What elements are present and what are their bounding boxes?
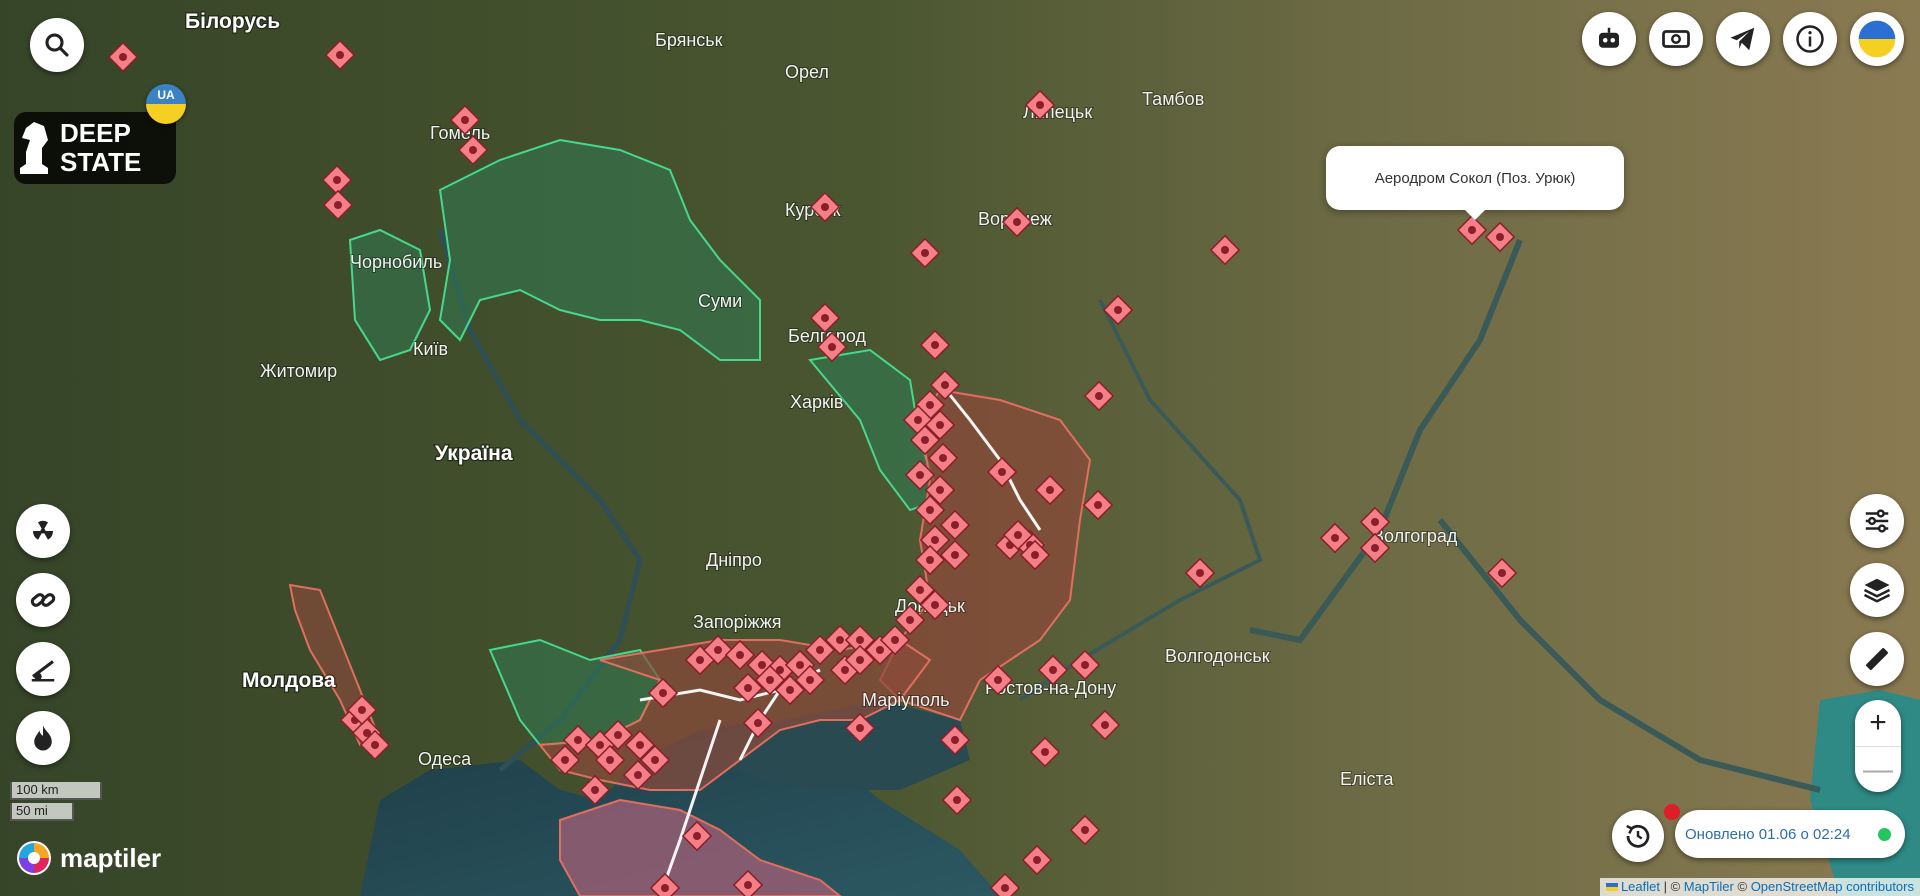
fire-icon [34,725,52,751]
knight-chess-icon [20,122,48,174]
radiation-icon [32,520,54,540]
map-label-chornobyl: Чорнобиль [350,252,442,272]
update-status-text: Оновлено 01.06 о 02:24 [1685,825,1851,843]
map-canvas[interactable]: БілорусьБрянськОрелЛипецькТамбовГомельКу… [0,0,1920,896]
map-label-kharkiv: Харків [790,392,843,412]
osm-link[interactable]: OpenStreetMap contributors [1751,879,1914,894]
artillery-icon [31,660,55,682]
layers-button[interactable] [1850,563,1904,617]
history-button[interactable] [1612,810,1664,862]
map-label-ukraine: Україна [435,442,513,465]
sliders-icon [1865,509,1889,533]
map-label-kyiv: Київ [413,339,448,359]
online-indicator [1878,828,1891,841]
ruler-icon [1866,648,1888,670]
zoom-in-button[interactable]: + [1855,700,1901,746]
radiation-button[interactable] [16,504,70,558]
zoom-control: + — [1855,700,1901,792]
artillery-button[interactable] [16,642,70,696]
update-status[interactable]: Оновлено 01.06 о 02:24 [1675,810,1905,858]
maptiler-logo[interactable]: maptiler [16,840,161,876]
language-button[interactable] [1850,12,1904,66]
filters-button[interactable] [1850,494,1904,548]
history-icon [1626,824,1650,848]
map-label-zaporizhzhia: Запоріжжя [693,612,781,632]
robot-icon [1599,27,1619,48]
notification-dot [1664,804,1680,820]
fire-button[interactable] [16,711,70,765]
logo-line1: DEEP [60,118,131,148]
donate-button[interactable] [1649,12,1703,66]
ukraine-flag-icon [1858,20,1896,58]
deepstate-logo[interactable]: DEEP STATE [14,112,176,184]
map-label-mariupol: Маріуполь [862,690,949,710]
map-label-elista: Еліста [1340,769,1395,789]
info-button[interactable] [1783,12,1837,66]
map-label-moldova: Молдова [242,669,336,692]
popup-text: Аеродром Сокол (Поз. Урюк) [1374,169,1576,187]
map-label-bryansk: Брянськ [655,30,723,50]
map-label-sumy: Суми [698,291,742,311]
ua-badge: UA [146,84,186,124]
leaflet-flag-icon [1605,883,1618,891]
zoom-out-button[interactable]: — [1855,746,1901,793]
maptiler-icon [17,841,51,875]
info-icon [1796,25,1824,53]
layers-icon [1863,578,1891,603]
link-icon [30,593,56,607]
telegram-icon [1730,27,1755,51]
map-label-odesa: Одеса [418,749,472,769]
map-label-orel: Орел [785,62,829,82]
attrib-sep2: © [1733,879,1751,894]
map-label-volgodonsk: Волгодонськ [1165,646,1270,666]
robot-button[interactable] [1582,12,1636,66]
telegram-button[interactable] [1716,12,1770,66]
airfield-popup: Аеродром Сокол (Поз. Урюк) [1326,146,1624,220]
leaflet-link[interactable]: Leaflet [1621,879,1660,894]
ruler-button[interactable] [1850,632,1904,686]
map-label-dnipro: Дніпро [706,550,762,570]
attrib-sep1: | © [1659,879,1684,894]
map-label-tambov: Тамбов [1142,89,1204,109]
map-label-zhytomyr: Житомир [260,361,337,381]
maptiler-word: maptiler [60,842,162,873]
money-icon [1662,30,1690,48]
search-icon [45,33,69,57]
attribution: Leaflet | © MapTiler © OpenStreetMap con… [1599,878,1920,896]
maptiler-link[interactable]: MapTiler [1684,879,1734,894]
map-label-bilorus: Білорусь [185,10,280,33]
search-button[interactable] [30,18,84,72]
link-button[interactable] [16,573,70,627]
logo-line2: STATE [60,147,142,177]
scale-mi: 50 mi [10,803,74,821]
scale-km: 100 km [10,782,102,800]
